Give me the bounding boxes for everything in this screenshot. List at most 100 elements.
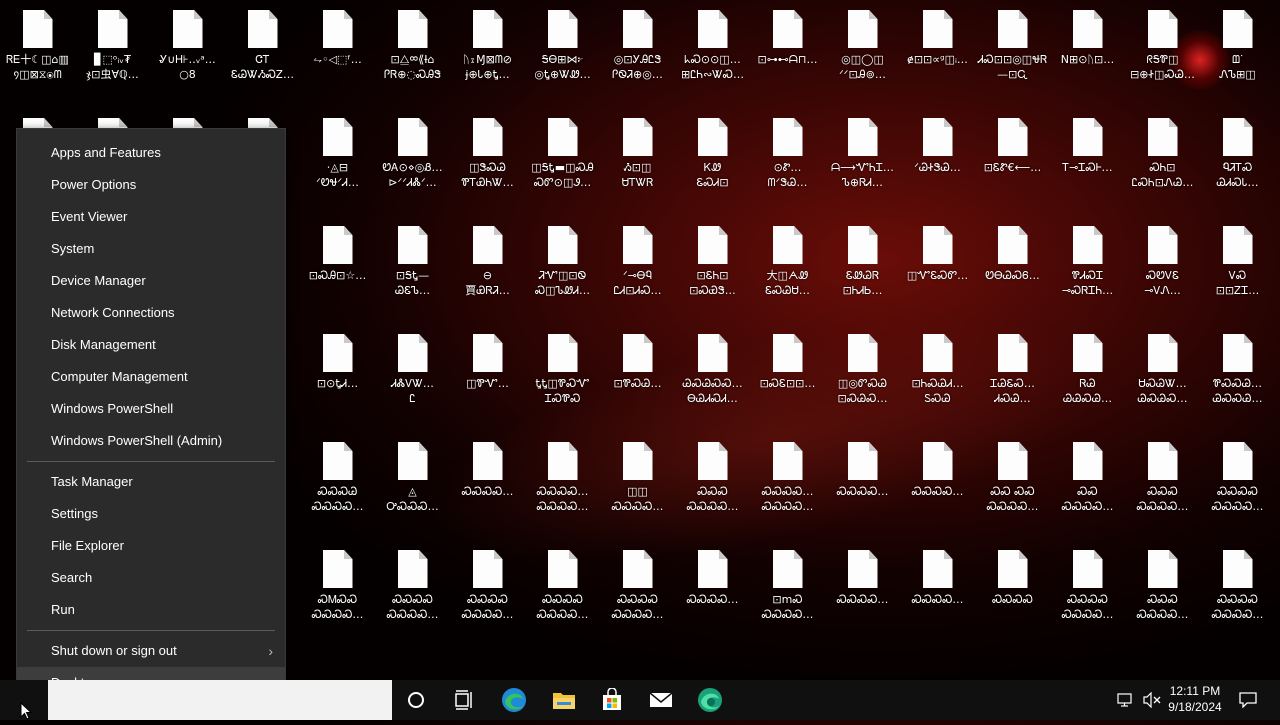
menu-item-apps-and-features[interactable]: Apps and Features [17,137,285,169]
mail-icon[interactable] [637,680,685,720]
store-icon[interactable] [588,680,636,720]
desktop-file[interactable]: ɇ⊡⊡∝ᵍ◫ᵢ… [900,0,975,100]
desktop-file[interactable]: ᏍᏍᏍᏍ ᏍᏍᏍᏍ… [1200,540,1275,640]
desktop-file[interactable]: ᏌᏍᏊᏔ… ᏊᏍᏊᏍ… [1125,324,1200,424]
desktop-file[interactable]: ᏍᏍᏍᏍ ᏍᏍᏍᏍ… [1050,540,1125,640]
desktop-file[interactable]: ᏍᏍᏍᏍ ᏍᏍᏍᏍ… [600,540,675,640]
desktop-file[interactable]: ⊡ᏍᎯ⊡☆… [300,216,375,316]
desktop-file[interactable]: ⊡⊙ᎿᏗ… [300,324,375,424]
desktop-file[interactable]: ⋅◬⊟ ᐟᏬᏠᐟᏗ… [300,108,375,208]
menu-item-power-options[interactable]: Power Options [17,169,285,201]
desktop-file[interactable]: ᏆᏊᏋᏍ… ᏗᏍᏊ… [975,324,1050,424]
desktop-file[interactable]: ᖇᎦᏈ◫ ⊟⊕Ꮠ◫ᏍᏊ… [1125,0,1200,100]
desktop-file[interactable]: ᏒᏊ ᏊᏊᏍᏊ… [1050,324,1125,424]
desktop-file[interactable]: ᏍᏍᏍᏍ ᏍᏍᏍᏍ… [1200,432,1275,532]
desktop-file[interactable]: ᐟᏊᏐᏕᏊ… [900,108,975,208]
desktop-file[interactable]: ᚢ⧖Ɱ⊠ᗰ⊘ ɉ⊕Ꮣ⊕Ꮏ… [450,0,525,100]
menu-item-task-manager[interactable]: Task Manager [17,466,285,498]
desktop-file[interactable]: ᏍᏍᏍᏍ… [900,432,975,532]
menu-item-run[interactable]: Run [17,594,285,626]
desktop-file[interactable]: ᏍᎷᏍᏍ ᏍᏍᏍᏍ… [300,540,375,640]
menu-item-windows-powershell-admin[interactable]: Windows PowerShell (Admin) [17,425,285,457]
desktop-file[interactable]: ᏍᏍᏍᏍ [975,540,1050,640]
desktop-file[interactable]: ᏘᏉ◫⊡Ꮻ Ꮝ◫ᏖᏪᏗ… [525,216,600,316]
desktop-file[interactable]: ᏍᏍᏍ ᏍᏍᏍᏍ… [675,432,750,532]
desktop-file[interactable]: ᏍᏍᏍᏍ… [900,540,975,640]
menu-item-search[interactable]: Search [17,562,285,594]
desktop-file[interactable]: Ꭲ⊸ᏆᏍᎰ… [1050,108,1125,208]
edge-icon[interactable] [490,680,538,720]
desktop-file[interactable]: N⊞⊙ᚢ⊡… [1050,0,1125,100]
desktop-file[interactable]: ᏗᏍ⊡⊡◎◫ᏠᏒ —⊡Ꮹ [975,0,1050,100]
desktop-file[interactable]: Ᏹ⊡◫ ᏌᎢᏔᏒ [600,108,675,208]
desktop-file[interactable]: ᏗᏜᏙᏔ… Ꮭ [375,324,450,424]
desktop-file[interactable]: ᎦᎾ⊞⋈፦ ◎Ꮏ⊕ᏔᏪ… [525,0,600,100]
desktop-file[interactable]: ᐟ⊸ᎾᏄ ᏝᏗ⊡ᏗᏍ… [600,216,675,316]
desktop-file[interactable]: ᏍᏍᏍᏍ… [450,432,525,532]
desktop-file[interactable]: ◫ᎦᎿ▬◫ᏍᎯ ᏍᏛ⊙◫Ꮽ… [525,108,600,208]
desktop-file[interactable]: ◫ᏕᏍᏊ ᏈᎢᏯᏂᏔ… [450,108,525,208]
menu-item-disk-management[interactable]: Disk Management [17,329,285,361]
desktop-file[interactable]: ᏬᎾᏊᏍᏮ… [975,216,1050,316]
desktop-file[interactable]: ᏍᏍᏍᏍ… ᏍᏍᏍᏍ… [525,432,600,532]
desktop-file[interactable]: ᎿᎿ◫ᏈᏍᏉ ᏆᏍᏈᏍ [525,324,600,424]
desktop-file[interactable]: ᏍᏍ ᏍᏍᏍᏍ… [1050,432,1125,532]
menu-item-windows-powershell[interactable]: Windows PowerShell [17,393,285,425]
desktop-file[interactable]: ◎⊡ᎩᎯᏝᏕ ᎵᏫᏘ⊕◎… [600,0,675,100]
network-icon[interactable] [1114,680,1138,720]
clock[interactable]: 12:11 PM 9/18/2024 [1162,683,1228,715]
desktop-file[interactable]: ᏍᏍᏍ ᏍᏍᏍᏍ… [1125,540,1200,640]
desktop-file[interactable]: ᏍᏍᏍᏍ ᏍᏍᏍᏍ… [525,540,600,640]
desktop-file[interactable]: ᏦᏪ ᏋᏍᏗ⊡ [675,108,750,208]
desktop-file[interactable]: ᏋᏪᏊᏒ ⊡ᏂᏗᏏ… [825,216,900,316]
menu-item-file-explorer[interactable]: File Explorer [17,530,285,562]
desktop-file[interactable]: ᏍᏂ⊡ ᏝᏍᏂ⊡ᏁᏊ… [1125,108,1200,208]
menu-item-event-viewer[interactable]: Event Viewer [17,201,285,233]
desktop-file[interactable]: ⊡ᏈᏍᏊ… [600,324,675,424]
desktop-file[interactable]: ᗶᐝ ᏁᏖ⊞◫ [1200,0,1275,100]
desktop-file[interactable]: ᏍᏍᏍᏍ ᏍᏍᏍᏍ… [450,540,525,640]
desktop-file[interactable]: 大◫ᗅᏪ ᏋᏍᏊᏌ… [750,216,825,316]
desktop-file[interactable]: ⊡ᏋᏂ⊡ ⊡ᏍᏯᏕ… [675,216,750,316]
menu-item-settings[interactable]: Settings [17,498,285,530]
desktop-file[interactable]: ⊙Ꮡ… ᗰᐟᏕᏊ… [750,108,825,208]
file-explorer-icon[interactable] [540,680,588,720]
desktop-file[interactable]: ᏄᏘᎢᏍ ᏊᏗᏍᏓ… [1200,108,1275,208]
menu-item-device-manager[interactable]: Device Manager [17,265,285,297]
desktop-file[interactable]: ⊡ᏍᏋ⊡⊡… [750,324,825,424]
desktop-file[interactable]: ⊡mᏍ ᏍᏍᏍᏍ… [750,540,825,640]
desktop-file[interactable]: ᏍᏍᏍᏍ… [675,540,750,640]
desktop-file[interactable]: ᏍᏍᏍᏍ… ᏍᏍᏍᏍ… [750,432,825,532]
task-view-icon[interactable] [440,680,488,720]
desktop-file[interactable]: ⥊◦◁⬚ᶠ… [300,0,375,100]
desktop-file[interactable]: ◫◎ᏛᏍᏊ ⊡ᏍᏊᏍ… [825,324,900,424]
desktop-file[interactable]: ⊡⊶⊷ᗩ⊓… [750,0,825,100]
desktop-file[interactable]: ⊖ 賈ᏯᏒᏘ… [450,216,525,316]
desktop-file[interactable]: ᏙᏍ ⊡⊡ᏃᏆ… [1200,216,1275,316]
desktop-file[interactable]: ᏍᏍ ᏍᏍ ᏍᏍᏍᏍ… [975,432,1050,532]
desktop-file[interactable]: ᏍᏍᏍᏍ ᏍᏍᏍᏍ… [375,540,450,640]
desktop-file[interactable]: ᏒᎬ⼗☾◫⌂▥ ᠀◫⊠⧖⦿ᗰ [0,0,75,100]
desktop-file[interactable]: ⊡⧋ᢁ⟪Ɨ⌂ ᎵᏒ⊕◌ᏍᎯᏕ [375,0,450,100]
search-box[interactable] [48,680,392,720]
desktop-file[interactable]: Ꮍ∪Ꮋ⊦‥ᵥᵃ… ○8 [150,0,225,100]
volume-muted-icon[interactable] [1140,680,1164,720]
desktop-file[interactable]: ᏣᎢ ᏋᏊᏔᏱᏍᏃ… [225,0,300,100]
desktop-file[interactable]: ᏊᏍᏊᏍᏍ… ᎾᏊᏗᏍᏗ… [675,324,750,424]
desktop-file[interactable]: ⊡ᏂᏍᏊᏗ… ᏚᏍᏊ [900,324,975,424]
menu-item-system[interactable]: System [17,233,285,265]
desktop-file[interactable]: ᏬᎪ⊙⋄◎Ᏸ… ⊳ᐟᐟᏗᏜᐟ… [375,108,450,208]
desktop-file[interactable]: ▊⬚ᵒᵢᵥ₮ ჯ⊡虫∀ℚ… [75,0,150,100]
desktop-file[interactable]: ◫ᏈᏉ… [450,324,525,424]
desktop-file[interactable]: ᏍᏍᏍ ᏍᏍᏍᏍ… [1125,432,1200,532]
menu-item-network-connections[interactable]: Network Connections [17,297,285,329]
desktop-file[interactable]: ᏈᏗᏍᏆ ⊸ᏍᏒᏆᏂ… [1050,216,1125,316]
desktop-file[interactable]: ᏈᏍᏍᏊ… ᏊᏍᏍᏊ… [1200,324,1275,424]
desktop-file[interactable]: ⊡ᏋᏑ€⟵… [975,108,1050,208]
desktop-file[interactable]: ◎◫◯◫ ᐟᐟ⊡Ꭿ⊚… [825,0,900,100]
desktop-file[interactable]: ᏍᏍᏍᏍ… [825,540,900,640]
desktop-file[interactable]: ᏍᏬᏙᏋ ⊸ᏙᏁ… [1125,216,1200,316]
desktop-file[interactable]: ᖾᏍ⊙⊙◫… ⊞ᏝᏂ∾ᏔᏍ… [675,0,750,100]
desktop-file[interactable]: ᏍᏍᏍᏊ ᏍᏍᏍᏍ… [300,432,375,532]
edge-dev-icon[interactable] [686,680,734,720]
